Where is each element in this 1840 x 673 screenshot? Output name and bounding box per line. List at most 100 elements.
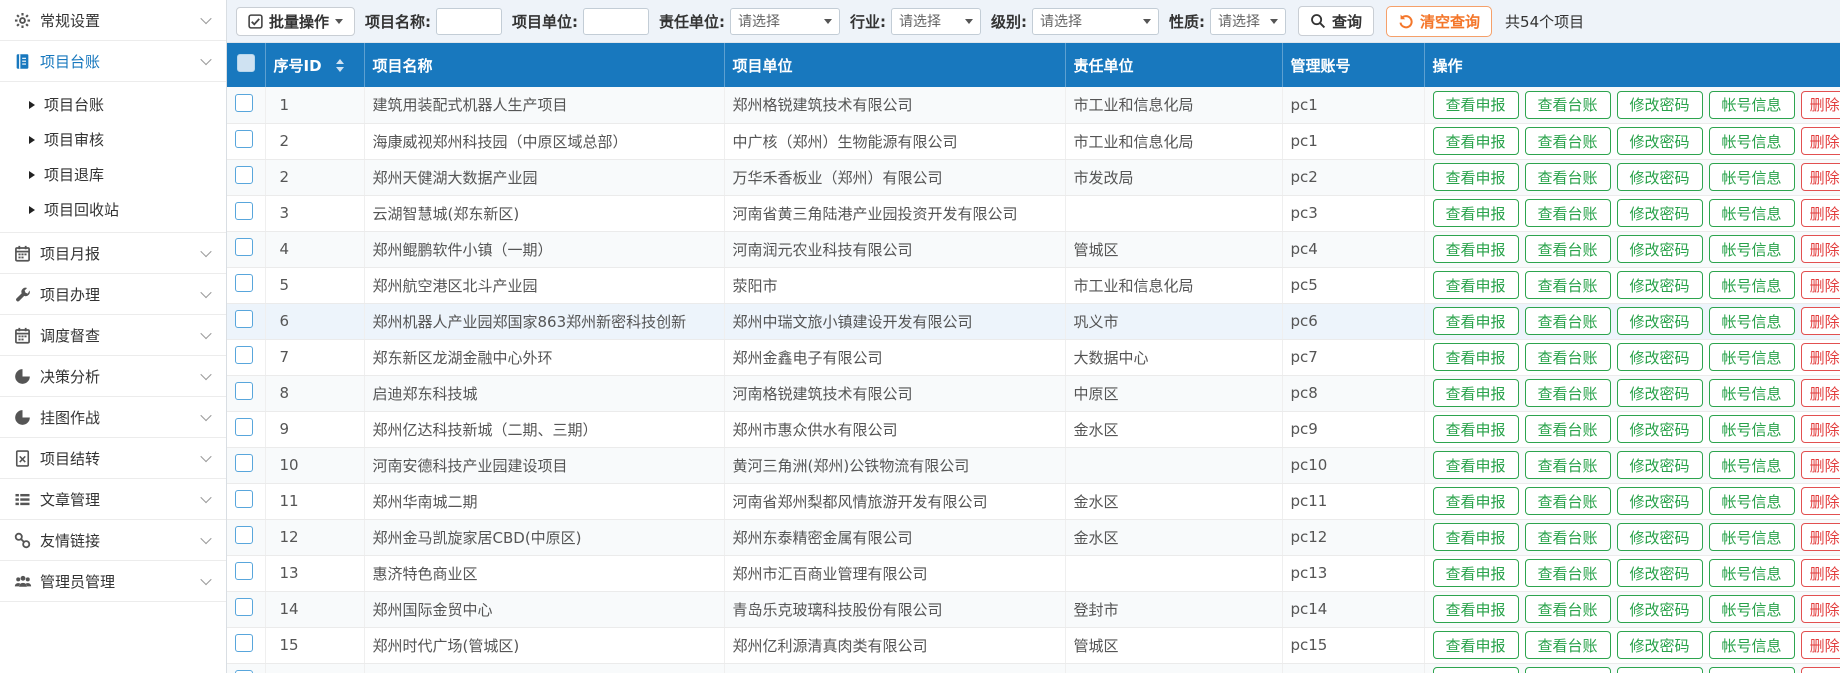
- filter-input[interactable]: [583, 8, 649, 35]
- select-all-checkbox[interactable]: [237, 54, 255, 72]
- row-checkbox[interactable]: [235, 310, 253, 328]
- row-checkbox[interactable]: [235, 346, 253, 364]
- view-ledger-button[interactable]: 查看台账: [1525, 595, 1611, 623]
- account-info-button[interactable]: 帐号信息: [1709, 559, 1795, 587]
- view-declaration-button[interactable]: 查看申报: [1433, 307, 1519, 335]
- change-password-button[interactable]: 修改密码: [1617, 235, 1703, 263]
- view-declaration-button[interactable]: 查看申报: [1433, 199, 1519, 227]
- change-password-button[interactable]: 修改密码: [1617, 523, 1703, 551]
- view-ledger-button[interactable]: 查看台账: [1525, 415, 1611, 443]
- sidebar-item[interactable]: 管理员管理: [0, 561, 226, 602]
- sidebar-subitem[interactable]: 项目退库: [0, 157, 226, 192]
- row-checkbox[interactable]: [235, 274, 253, 292]
- row-checkbox[interactable]: [235, 94, 253, 112]
- delete-button[interactable]: 删除: [1801, 415, 1840, 443]
- sidebar-item[interactable]: 挂图作战: [0, 397, 226, 438]
- row-checkbox[interactable]: [235, 454, 253, 472]
- change-password-button[interactable]: 修改密码: [1617, 163, 1703, 191]
- view-declaration-button[interactable]: 查看申报: [1433, 235, 1519, 263]
- filter-select[interactable]: 请选择: [1032, 8, 1159, 35]
- change-password-button[interactable]: 修改密码: [1617, 379, 1703, 407]
- row-checkbox[interactable]: [235, 382, 253, 400]
- delete-button[interactable]: 删除: [1801, 523, 1840, 551]
- delete-button[interactable]: 删除: [1801, 631, 1840, 659]
- view-declaration-button[interactable]: 查看申报: [1433, 379, 1519, 407]
- view-declaration-button[interactable]: 查看申报: [1433, 667, 1519, 673]
- row-checkbox[interactable]: [235, 634, 253, 652]
- change-password-button[interactable]: 修改密码: [1617, 415, 1703, 443]
- delete-button[interactable]: 删除: [1801, 559, 1840, 587]
- row-checkbox[interactable]: [235, 598, 253, 616]
- account-info-button[interactable]: 帐号信息: [1709, 235, 1795, 263]
- change-password-button[interactable]: 修改密码: [1617, 487, 1703, 515]
- change-password-button[interactable]: 修改密码: [1617, 307, 1703, 335]
- change-password-button[interactable]: 修改密码: [1617, 91, 1703, 119]
- view-ledger-button[interactable]: 查看台账: [1525, 163, 1611, 191]
- change-password-button[interactable]: 修改密码: [1617, 451, 1703, 479]
- change-password-button[interactable]: 修改密码: [1617, 667, 1703, 673]
- account-info-button[interactable]: 帐号信息: [1709, 379, 1795, 407]
- view-declaration-button[interactable]: 查看申报: [1433, 127, 1519, 155]
- row-checkbox[interactable]: [235, 202, 253, 220]
- delete-button[interactable]: 删除: [1801, 199, 1840, 227]
- account-info-button[interactable]: 帐号信息: [1709, 451, 1795, 479]
- view-ledger-button[interactable]: 查看台账: [1525, 91, 1611, 119]
- account-info-button[interactable]: 帐号信息: [1709, 595, 1795, 623]
- view-ledger-button[interactable]: 查看台账: [1525, 559, 1611, 587]
- change-password-button[interactable]: 修改密码: [1617, 127, 1703, 155]
- search-button[interactable]: 查询: [1298, 6, 1374, 36]
- account-info-button[interactable]: 帐号信息: [1709, 163, 1795, 191]
- sidebar-subitem[interactable]: 项目审核: [0, 122, 226, 157]
- view-ledger-button[interactable]: 查看台账: [1525, 199, 1611, 227]
- view-ledger-button[interactable]: 查看台账: [1525, 271, 1611, 299]
- view-declaration-button[interactable]: 查看申报: [1433, 163, 1519, 191]
- filter-select[interactable]: 请选择: [891, 8, 981, 35]
- delete-button[interactable]: 删除: [1801, 379, 1840, 407]
- view-declaration-button[interactable]: 查看申报: [1433, 631, 1519, 659]
- account-info-button[interactable]: 帐号信息: [1709, 487, 1795, 515]
- view-ledger-button[interactable]: 查看台账: [1525, 127, 1611, 155]
- filter-select[interactable]: 请选择: [1210, 8, 1286, 35]
- delete-button[interactable]: 删除: [1801, 91, 1840, 119]
- change-password-button[interactable]: 修改密码: [1617, 595, 1703, 623]
- view-ledger-button[interactable]: 查看台账: [1525, 523, 1611, 551]
- view-declaration-button[interactable]: 查看申报: [1433, 595, 1519, 623]
- batch-actions-button[interactable]: 批量操作: [236, 7, 355, 36]
- change-password-button[interactable]: 修改密码: [1617, 559, 1703, 587]
- sidebar-item[interactable]: 友情链接: [0, 520, 226, 561]
- delete-button[interactable]: 删除: [1801, 487, 1840, 515]
- sidebar-subitem[interactable]: 项目台账: [0, 87, 226, 122]
- sidebar-item[interactable]: 决策分析: [0, 356, 226, 397]
- account-info-button[interactable]: 帐号信息: [1709, 667, 1795, 673]
- delete-button[interactable]: 删除: [1801, 307, 1840, 335]
- account-info-button[interactable]: 帐号信息: [1709, 343, 1795, 371]
- account-info-button[interactable]: 帐号信息: [1709, 91, 1795, 119]
- view-ledger-button[interactable]: 查看台账: [1525, 235, 1611, 263]
- delete-button[interactable]: 删除: [1801, 343, 1840, 371]
- row-checkbox[interactable]: [235, 490, 253, 508]
- sort-toggle-icon[interactable]: [336, 59, 344, 72]
- view-ledger-button[interactable]: 查看台账: [1525, 487, 1611, 515]
- view-declaration-button[interactable]: 查看申报: [1433, 271, 1519, 299]
- account-info-button[interactable]: 帐号信息: [1709, 127, 1795, 155]
- view-ledger-button[interactable]: 查看台账: [1525, 343, 1611, 371]
- sidebar-item[interactable]: 项目结转: [0, 438, 226, 479]
- delete-button[interactable]: 删除: [1801, 451, 1840, 479]
- view-declaration-button[interactable]: 查看申报: [1433, 451, 1519, 479]
- view-declaration-button[interactable]: 查看申报: [1433, 487, 1519, 515]
- account-info-button[interactable]: 帐号信息: [1709, 523, 1795, 551]
- change-password-button[interactable]: 修改密码: [1617, 199, 1703, 227]
- account-info-button[interactable]: 帐号信息: [1709, 199, 1795, 227]
- delete-button[interactable]: 删除: [1801, 235, 1840, 263]
- row-checkbox[interactable]: [235, 562, 253, 580]
- view-declaration-button[interactable]: 查看申报: [1433, 415, 1519, 443]
- view-declaration-button[interactable]: 查看申报: [1433, 559, 1519, 587]
- account-info-button[interactable]: 帐号信息: [1709, 271, 1795, 299]
- row-checkbox[interactable]: [235, 166, 253, 184]
- account-info-button[interactable]: 帐号信息: [1709, 307, 1795, 335]
- sidebar-item[interactable]: 项目台账: [0, 41, 226, 82]
- delete-button[interactable]: 删除: [1801, 667, 1840, 673]
- filter-select[interactable]: 请选择: [730, 8, 840, 35]
- sidebar-item[interactable]: 文章管理: [0, 479, 226, 520]
- delete-button[interactable]: 删除: [1801, 595, 1840, 623]
